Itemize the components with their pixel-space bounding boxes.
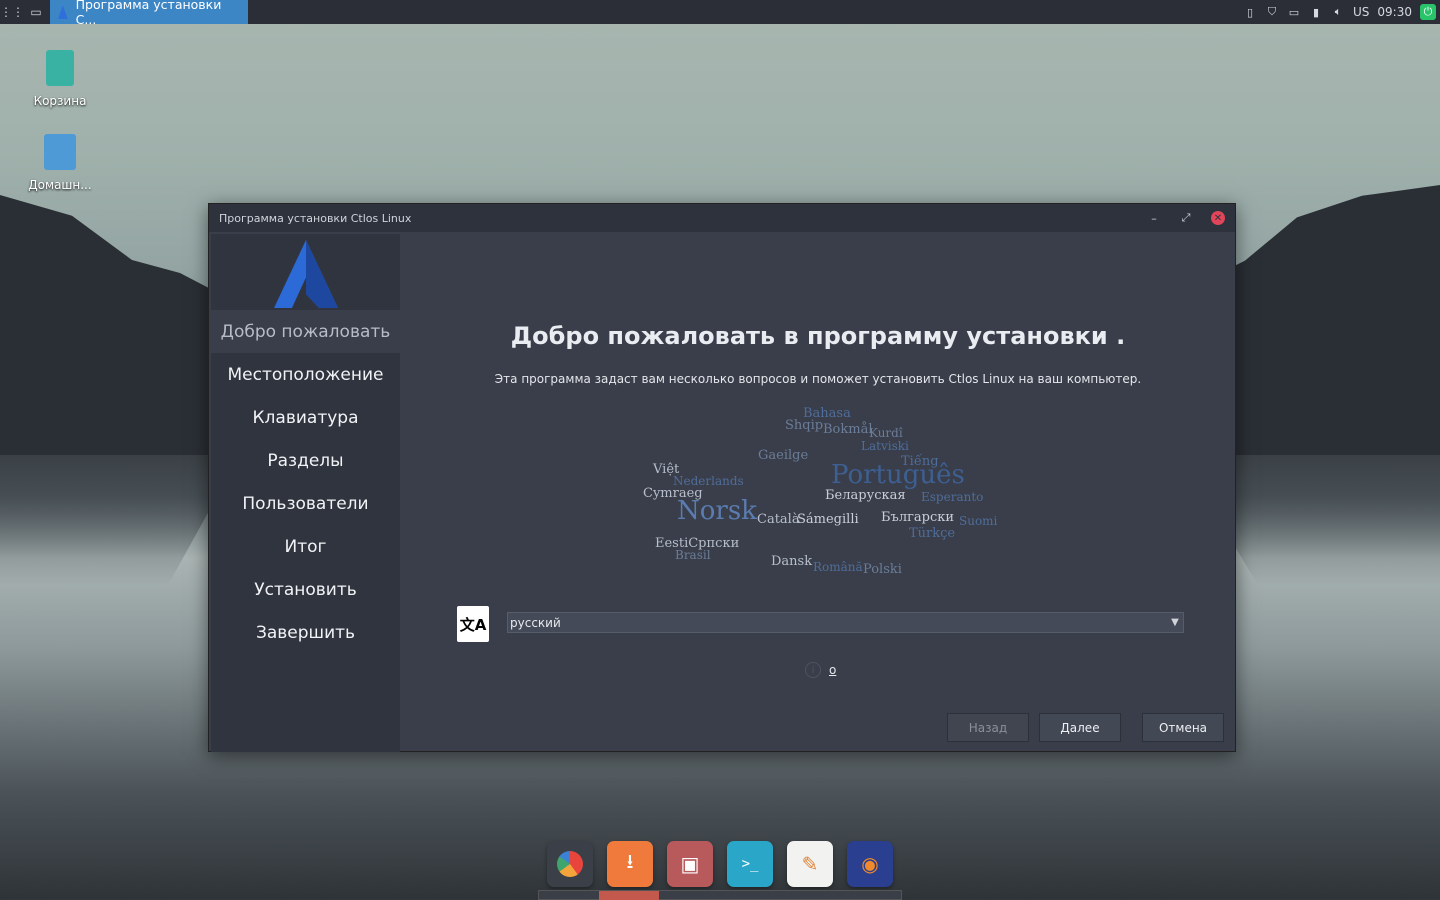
back-button[interactable]: Назад bbox=[947, 713, 1029, 742]
step-welcome: Добро пожаловать bbox=[211, 310, 400, 353]
top-panel: ⋮⋮ ▭ Программа установки С... ▯ ⛉ ▭ ▮ 🔈︎… bbox=[0, 0, 1440, 27]
dock: ⭳ ▣ >_ ✎ ◉ bbox=[545, 838, 895, 890]
desktop-icon-home[interactable]: Домашн... bbox=[20, 134, 100, 192]
window-title: Программа установки Ctlos Linux bbox=[219, 211, 412, 225]
page-title: Добро пожаловать в программу установки . bbox=[510, 322, 1126, 350]
chart-icon[interactable] bbox=[547, 841, 593, 887]
wallpaper-mountain-left bbox=[0, 195, 240, 455]
installer-window: Программа установки Ctlos Linux – ⤢ ✕ До… bbox=[208, 203, 1236, 752]
desktop-icon-trash[interactable]: Корзина bbox=[20, 50, 100, 108]
desktop-icon-label: Домашн... bbox=[28, 178, 92, 192]
app-grid-icon[interactable]: ⋮⋮ bbox=[0, 0, 24, 24]
cloud-word: Български bbox=[881, 510, 955, 525]
cloud-word: Türkçe bbox=[909, 526, 956, 541]
cloud-word: Sámegilli bbox=[797, 512, 859, 527]
wallpaper-reflection-left bbox=[0, 455, 240, 585]
cloud-word: Brasil bbox=[675, 548, 711, 562]
cloud-word: Dansk bbox=[771, 554, 813, 569]
shield-icon[interactable]: ⛉ bbox=[1265, 5, 1279, 19]
step-keyboard: Клавиатура bbox=[252, 407, 359, 428]
desktop-icon-label: Корзина bbox=[33, 94, 87, 108]
installer-app-icon bbox=[58, 5, 68, 19]
step-finish: Завершить bbox=[255, 622, 356, 643]
taskbar-item-label: Программа установки С... bbox=[75, 0, 222, 27]
language-select[interactable]: русский ▼ bbox=[507, 612, 1184, 633]
download-icon[interactable]: ⭳ bbox=[607, 841, 653, 887]
window-titlebar[interactable]: Программа установки Ctlos Linux – ⤢ ✕ bbox=[209, 204, 1235, 232]
chevron-down-icon[interactable]: ▼ bbox=[1167, 613, 1183, 632]
cloud-word: Suomi bbox=[959, 514, 998, 528]
clipboard-icon[interactable]: ▯ bbox=[1243, 5, 1257, 19]
step-install: Установить bbox=[254, 579, 357, 600]
language-word-cloud: Bahasa Shqip Bokmål Kurdî Việt Gaeilge L… bbox=[633, 404, 1005, 577]
keyboard-layout[interactable]: US bbox=[1353, 5, 1369, 19]
next-button[interactable]: Далее bbox=[1039, 713, 1121, 742]
editor-icon[interactable]: ✎ bbox=[787, 841, 833, 887]
cloud-word: Esperanto bbox=[921, 490, 984, 504]
cloud-word: Català bbox=[757, 512, 800, 527]
power-icon[interactable]: ⏻ bbox=[1420, 4, 1436, 20]
cancel-button[interactable]: Отмена bbox=[1142, 713, 1224, 742]
firefox-icon[interactable]: ◉ bbox=[847, 841, 893, 887]
system-tray: ▯ ⛉ ▭ ▮ 🔈︎ US 09:30 ⏻ bbox=[1243, 4, 1440, 20]
terminal-icon[interactable]: >_ bbox=[727, 841, 773, 887]
home-folder-icon bbox=[44, 134, 76, 170]
info-icon: i bbox=[805, 662, 821, 678]
step-summary: Итог bbox=[284, 536, 327, 557]
display-icon[interactable]: ▭ bbox=[1287, 5, 1301, 19]
cloud-word: Беларуская bbox=[825, 488, 906, 503]
show-desktop-icon[interactable]: ▭ bbox=[24, 0, 48, 24]
cloud-word: Norsk bbox=[677, 496, 757, 526]
files-icon[interactable]: ▣ bbox=[667, 841, 713, 887]
step-users: Пользователи bbox=[242, 493, 369, 514]
language-icon: 文A bbox=[457, 606, 489, 642]
close-icon[interactable]: ✕ bbox=[1211, 211, 1225, 225]
steps-sidebar: Добро пожаловать Местоположение Клавиату… bbox=[211, 234, 400, 752]
page-subtitle: Эта программа задаст вам несколько вопро… bbox=[494, 372, 1142, 386]
language-select-value: русский bbox=[510, 615, 561, 630]
clock[interactable]: 09:30 bbox=[1377, 5, 1412, 19]
taskbar-item-installer[interactable]: Программа установки С... bbox=[50, 0, 248, 27]
dock-indicator-bar bbox=[538, 890, 902, 900]
info-link[interactable]: o bbox=[829, 663, 836, 677]
step-partitions: Разделы bbox=[267, 450, 344, 471]
battery-icon[interactable]: ▮ bbox=[1309, 5, 1323, 19]
step-location: Местоположение bbox=[227, 364, 384, 385]
volume-icon[interactable]: 🔈︎ bbox=[1331, 5, 1345, 19]
cloud-word: Shqip bbox=[785, 418, 824, 433]
cloud-word: Kurdî bbox=[869, 426, 903, 440]
info-row: i o bbox=[805, 662, 836, 678]
trash-icon bbox=[46, 50, 74, 86]
cloud-word: Gaeilge bbox=[758, 448, 809, 463]
ctlos-logo bbox=[211, 234, 400, 310]
cloud-word: Polski bbox=[863, 562, 902, 577]
active-indicator bbox=[599, 891, 659, 900]
cloud-word: Bokmål bbox=[823, 422, 873, 437]
maximize-icon[interactable]: ⤢ bbox=[1179, 211, 1193, 225]
cloud-word: Português bbox=[831, 460, 965, 490]
cloud-word: Latviski bbox=[861, 439, 909, 453]
welcome-page: Добро пожаловать в программу установки .… bbox=[401, 234, 1235, 751]
minimize-icon[interactable]: – bbox=[1147, 211, 1161, 225]
cloud-word: Română bbox=[813, 560, 863, 574]
